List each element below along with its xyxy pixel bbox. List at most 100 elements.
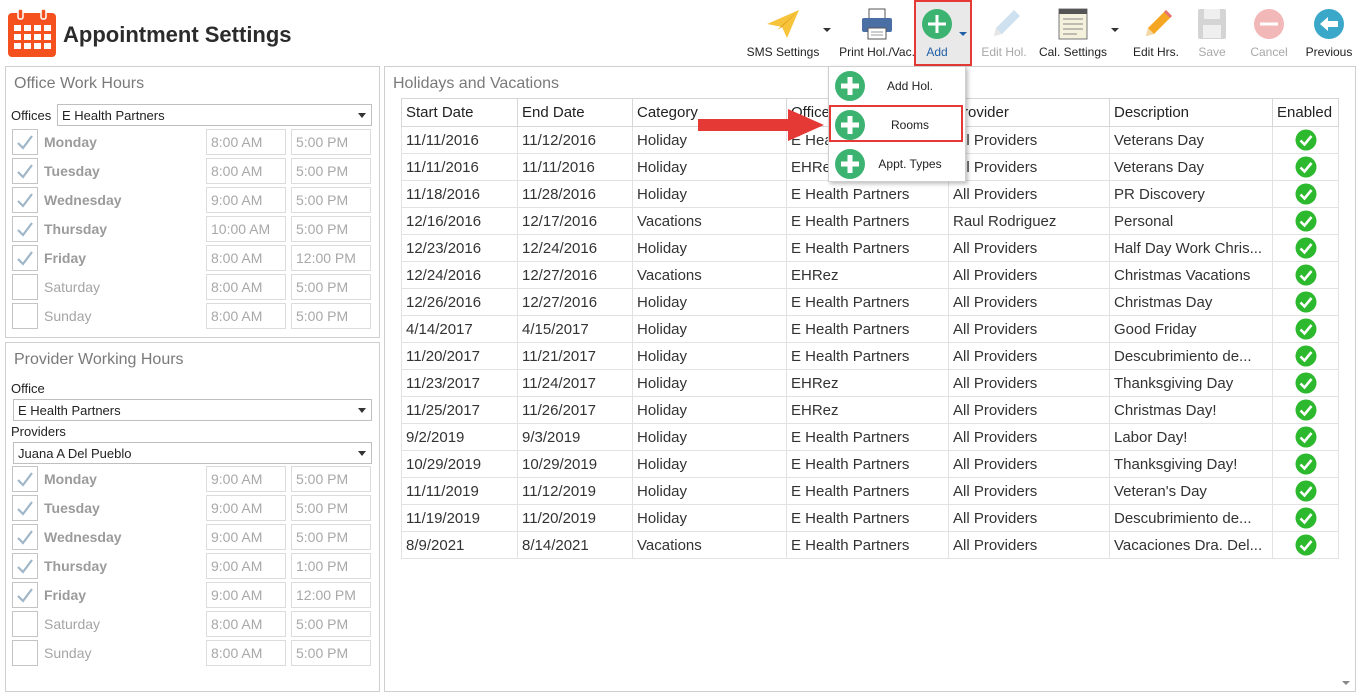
- edit-hrs-button[interactable]: Edit Hrs.: [1128, 4, 1184, 62]
- end-time-field[interactable]: 12:00 PM: [291, 582, 371, 608]
- table-row[interactable]: 12/16/2016 12/17/2016 Vacations E Health Pa…: [401, 207, 1339, 235]
- cell-enabled[interactable]: [1272, 261, 1339, 289]
- day-checkbox[interactable]: [12, 274, 38, 300]
- cell-enabled[interactable]: [1272, 207, 1339, 235]
- cell-enabled[interactable]: [1272, 153, 1339, 181]
- cell-start: 11/19/2019: [401, 504, 518, 532]
- day-checkbox[interactable]: [12, 495, 38, 521]
- day-label: Wednesday: [44, 529, 122, 545]
- day-checkbox[interactable]: [12, 466, 38, 492]
- cell-enabled[interactable]: [1272, 504, 1339, 532]
- cell-enabled[interactable]: [1272, 369, 1339, 397]
- table-row[interactable]: 12/26/2016 12/27/2016 Holiday E Health Part…: [401, 288, 1339, 316]
- day-checkbox[interactable]: [12, 640, 38, 666]
- table-row[interactable]: 12/23/2016 12/24/2016 Holiday E Health Part…: [401, 234, 1339, 262]
- chevron-down-icon[interactable]: [822, 26, 832, 34]
- column-header-end-date[interactable]: End Date: [517, 98, 633, 127]
- column-header-description[interactable]: Description: [1109, 98, 1273, 127]
- table-row[interactable]: 11/25/2017 11/26/2017 Holiday EHRez All Prov…: [401, 396, 1339, 424]
- cell-enabled[interactable]: [1272, 288, 1339, 316]
- chevron-down-icon[interactable]: [1110, 26, 1120, 34]
- end-time-field[interactable]: 5:00 PM: [291, 274, 371, 300]
- end-time-field[interactable]: 5:00 PM: [291, 187, 371, 213]
- cell-enabled[interactable]: [1272, 315, 1339, 343]
- start-time-field[interactable]: 8:00 AM: [206, 274, 286, 300]
- table-row[interactable]: 10/29/2019 10/29/2019 Holiday E Health Part…: [401, 450, 1339, 478]
- menu-item-appt-types[interactable]: Appt. Types: [829, 145, 967, 183]
- chevron-down-icon[interactable]: [958, 30, 968, 38]
- table-row[interactable]: 8/9/2021 8/14/2021 Vacations E Health Partn…: [401, 531, 1339, 559]
- scroll-down-icon[interactable]: [1338, 676, 1354, 690]
- offices-select[interactable]: E Health Partners: [57, 104, 372, 126]
- start-time-field[interactable]: 8:00 AM: [206, 303, 286, 329]
- providers-select[interactable]: Juana A Del Pueblo: [13, 442, 372, 464]
- table-row[interactable]: 11/19/2019 11/20/2019 Holiday E Health Part…: [401, 504, 1339, 532]
- end-time-field[interactable]: 5:00 PM: [291, 495, 371, 521]
- end-time-field[interactable]: 5:00 PM: [291, 158, 371, 184]
- start-time-field[interactable]: 10:00 AM: [206, 216, 286, 242]
- start-time-field[interactable]: 8:00 AM: [206, 640, 286, 666]
- day-checkbox[interactable]: [12, 216, 38, 242]
- day-checkbox[interactable]: [12, 129, 38, 155]
- day-checkbox[interactable]: [12, 303, 38, 329]
- cell-enabled[interactable]: [1272, 396, 1339, 424]
- cancel-button[interactable]: Cancel: [1246, 4, 1292, 62]
- day-checkbox[interactable]: [12, 553, 38, 579]
- add-button[interactable]: Add: [916, 4, 958, 62]
- cell-enabled[interactable]: [1272, 234, 1339, 262]
- cell-enabled[interactable]: [1272, 423, 1339, 451]
- start-time-field[interactable]: 9:00 AM: [206, 495, 286, 521]
- start-time-field[interactable]: 9:00 AM: [206, 582, 286, 608]
- table-row[interactable]: 11/23/2017 11/24/2017 Holiday EHRez All Prov…: [401, 369, 1339, 397]
- menu-item-add-hol[interactable]: Add Hol.: [829, 67, 967, 105]
- end-time-field[interactable]: 5:00 PM: [291, 129, 371, 155]
- table-row[interactable]: 9/2/2019 9/3/2019 Holiday E Health Partners…: [401, 423, 1339, 451]
- start-time-field[interactable]: 8:00 AM: [206, 245, 286, 271]
- day-checkbox[interactable]: [12, 582, 38, 608]
- cell-start: 9/2/2019: [401, 423, 518, 451]
- table-row[interactable]: 11/11/2019 11/12/2019 Holiday E Health Part…: [401, 477, 1339, 505]
- cell-enabled[interactable]: [1272, 180, 1339, 208]
- end-time-field[interactable]: 1:00 PM: [291, 553, 371, 579]
- print-hol-vac-button[interactable]: Print Hol./Vac.: [838, 4, 916, 62]
- end-time-field[interactable]: 5:00 PM: [291, 611, 371, 637]
- end-time-field[interactable]: 12:00 PM: [291, 245, 371, 271]
- start-time-field[interactable]: 9:00 AM: [206, 524, 286, 550]
- cell-office: E Health Partners: [786, 450, 949, 478]
- end-time-field[interactable]: 5:00 PM: [291, 466, 371, 492]
- office-select[interactable]: E Health Partners: [13, 399, 372, 421]
- day-checkbox[interactable]: [12, 158, 38, 184]
- start-time-field[interactable]: 8:00 AM: [206, 158, 286, 184]
- start-time-field[interactable]: 9:00 AM: [206, 466, 286, 492]
- end-time-field[interactable]: 5:00 PM: [291, 303, 371, 329]
- end-time-field[interactable]: 5:00 PM: [291, 524, 371, 550]
- cell-enabled[interactable]: [1272, 531, 1339, 559]
- day-checkbox[interactable]: [12, 524, 38, 550]
- cell-description: Personal: [1109, 207, 1273, 235]
- day-checkbox[interactable]: [12, 245, 38, 271]
- table-row[interactable]: 4/14/2017 4/15/2017 Holiday E Health Partne…: [401, 315, 1339, 343]
- cell-enabled[interactable]: [1272, 342, 1339, 370]
- day-checkbox[interactable]: [12, 611, 38, 637]
- start-time-field[interactable]: 8:00 AM: [206, 611, 286, 637]
- previous-button[interactable]: Previous: [1304, 4, 1354, 62]
- table-row[interactable]: 11/18/2016 11/28/2016 Holiday E Health Part…: [401, 180, 1339, 208]
- day-checkbox[interactable]: [12, 187, 38, 213]
- save-button[interactable]: Save: [1190, 4, 1234, 62]
- start-time-field[interactable]: 9:00 AM: [206, 187, 286, 213]
- column-header-start-date[interactable]: Start Date: [401, 98, 518, 127]
- table-row[interactable]: 11/20/2017 11/21/2017 Holiday E Health Part…: [401, 342, 1339, 370]
- start-time-field[interactable]: 8:00 AM: [206, 129, 286, 155]
- cell-enabled[interactable]: [1272, 477, 1339, 505]
- end-time-field[interactable]: 5:00 PM: [291, 640, 371, 666]
- cal-settings-button[interactable]: Cal. Settings: [1036, 4, 1110, 62]
- edit-hol-button[interactable]: Edit Hol.: [978, 4, 1030, 62]
- cell-enabled[interactable]: [1272, 126, 1339, 154]
- column-header-enabled[interactable]: Enabled: [1272, 98, 1339, 127]
- table-row[interactable]: 12/24/2016 12/27/2016 Vacations EHRez All Pr…: [401, 261, 1339, 289]
- sms-settings-button[interactable]: SMS Settings: [746, 4, 820, 62]
- end-time-field[interactable]: 5:00 PM: [291, 216, 371, 242]
- column-header-provider[interactable]: Provider: [948, 98, 1110, 127]
- start-time-field[interactable]: 9:00 AM: [206, 553, 286, 579]
- cell-enabled[interactable]: [1272, 450, 1339, 478]
